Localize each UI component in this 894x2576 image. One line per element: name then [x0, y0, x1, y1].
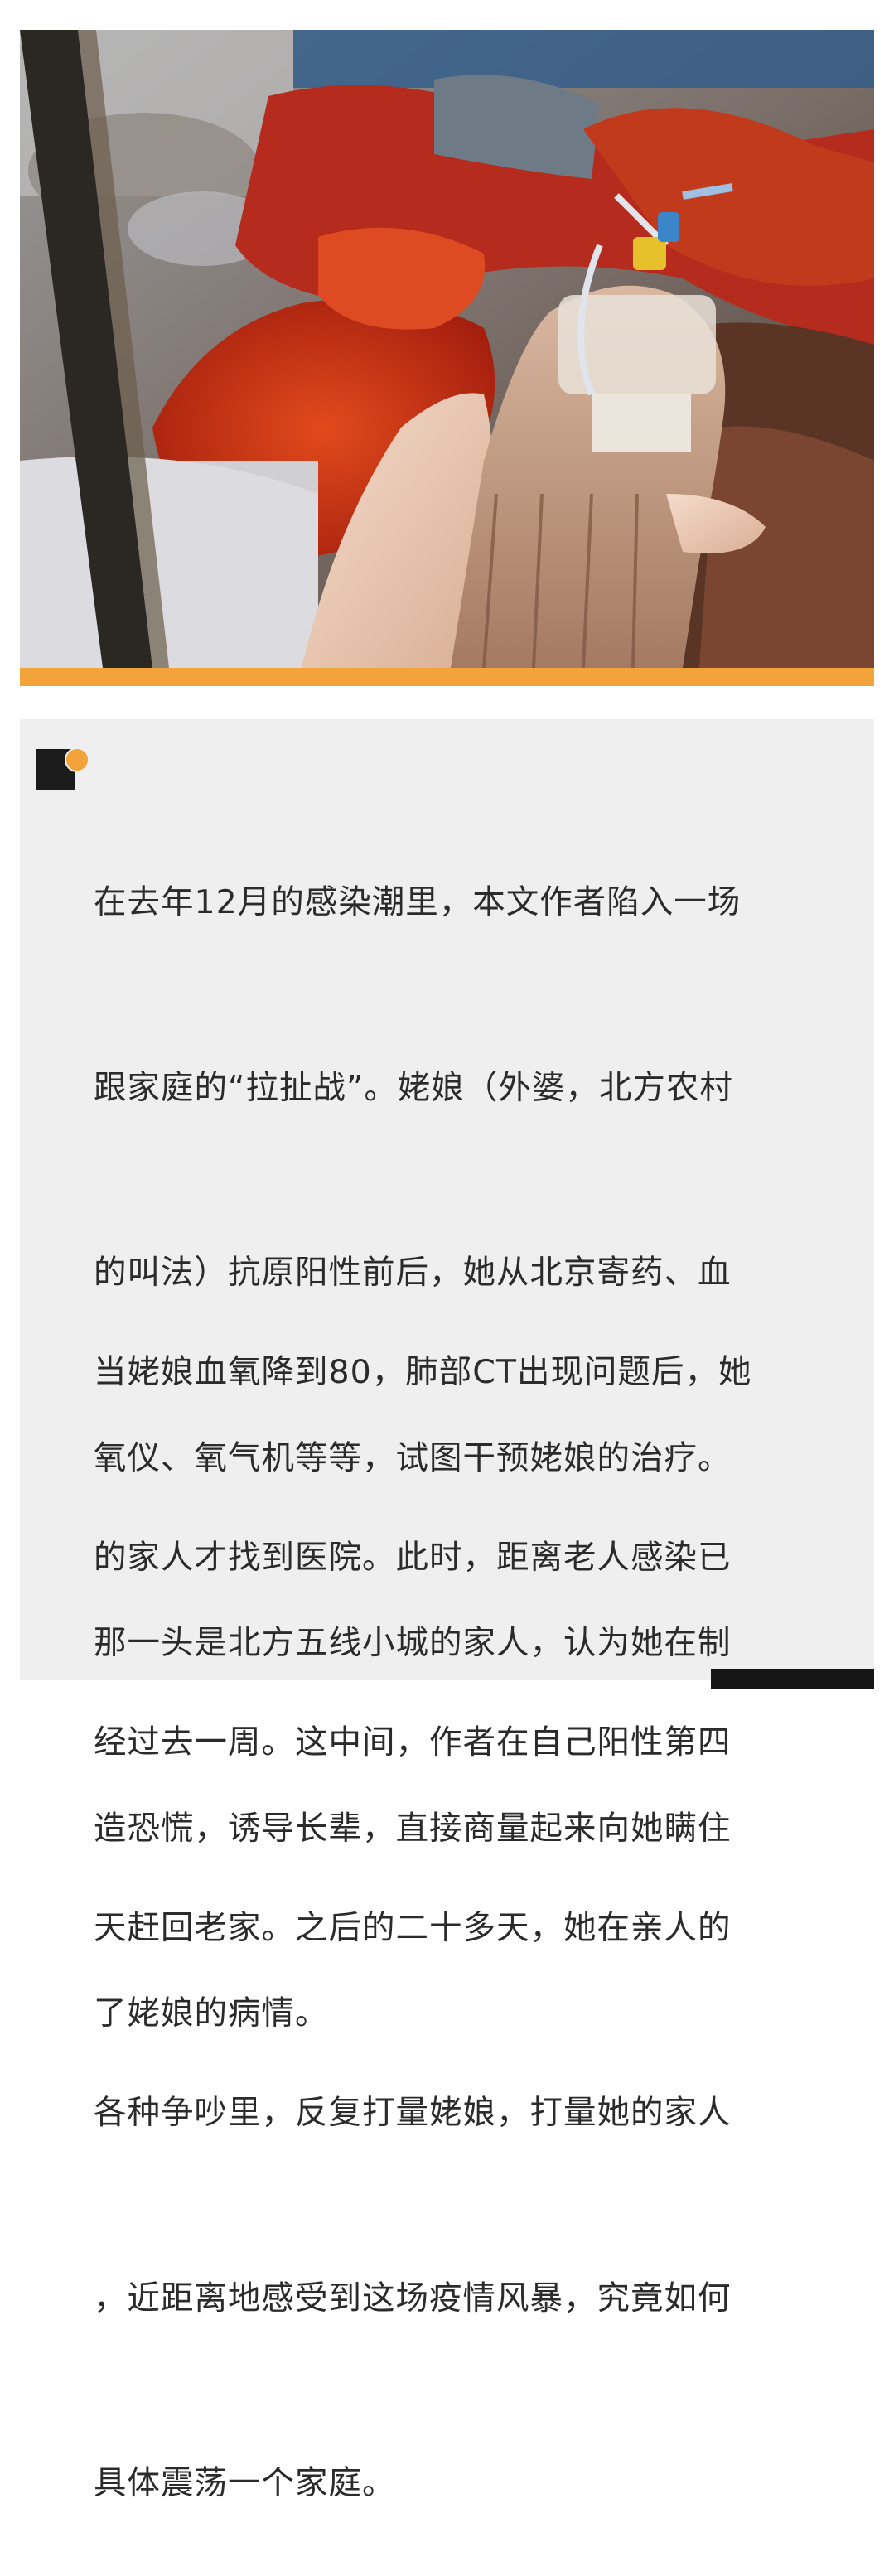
summary-paragraph-2: 当姥娘血氧降到80，肺部CT出现问题后，她 的家人才找到医院。此时，距离老人感染… [94, 1218, 802, 2576]
summary-line: 具体震荡一个家庭。 [94, 2464, 396, 2502]
summary-line: 经过去一周。这中间，作者在自己阳性第四 [94, 1723, 732, 1762]
black-corner-bar [711, 1669, 874, 1689]
summary-line: 各种争吵里，反复打量姥娘，打量她的家人 [94, 2094, 732, 2132]
hands-iv-photo-icon [20, 30, 874, 668]
summary-line: 跟家庭的“拉扯战”。姥娘（外婆，北方农村 [94, 1068, 733, 1107]
summary-line: 当姥娘血氧降到80，肺部CT出现问题后，她 [94, 1353, 752, 1391]
summary-line: 的家人才找到医院。此时，距离老人感染已 [94, 1538, 732, 1577]
hero-photo [20, 30, 874, 668]
quote-mark-icon [36, 747, 89, 792]
orange-accent-bar [20, 668, 874, 686]
summary-line: 在去年12月的感染潮里，本文作者陷入一场 [94, 883, 742, 921]
summary-line: 天赶回老家。之后的二十多天，她在亲人的 [94, 1908, 732, 1947]
summary-line: ，近距离地感受到这场疫情风暴，究竟如何 [94, 2279, 732, 2317]
orange-dot-icon [65, 747, 89, 772]
